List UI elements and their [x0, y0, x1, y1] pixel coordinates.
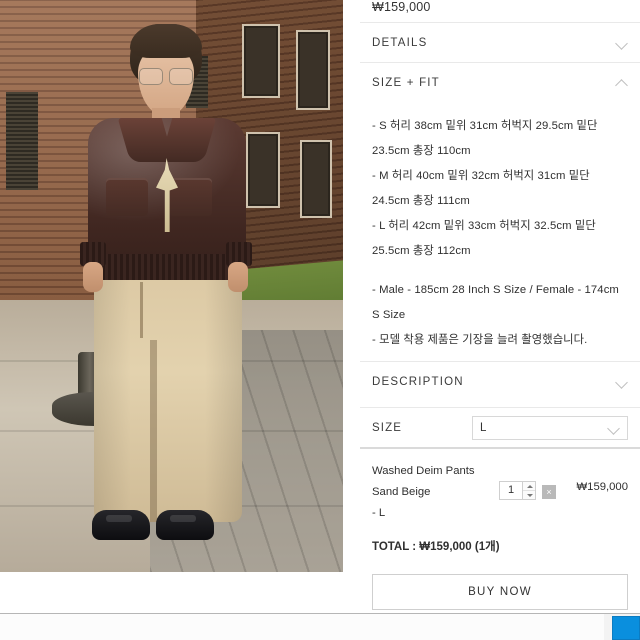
- jacket-pocket-right: [170, 178, 212, 216]
- cart-item-name: Washed Deim Pants Sand Beige: [372, 465, 475, 498]
- pants-fly: [140, 282, 143, 338]
- quantity-input-box[interactable]: 1: [499, 481, 536, 500]
- cart-line-item: Washed Deim Pants Sand Beige - L 1 × ₩15…: [360, 449, 640, 524]
- building-window-2: [296, 30, 330, 110]
- product-detail-panel: ₩159,000 DETAILS SIZE + FIT - S 허리 38cm …: [360, 0, 640, 640]
- size-select[interactable]: L: [472, 415, 628, 440]
- chevron-down-icon[interactable]: [615, 36, 628, 49]
- close-icon[interactable]: ×: [542, 484, 556, 499]
- accordion-header-details[interactable]: DETAILS: [360, 22, 640, 62]
- model-hand-left: [83, 262, 103, 292]
- quantity-value[interactable]: 1: [500, 482, 522, 499]
- eyeglasses-icon: [138, 68, 194, 85]
- buy-now-button[interactable]: BUY NOW: [372, 574, 628, 610]
- caret-down-icon[interactable]: [523, 490, 535, 499]
- size-spec-medium: - M 허리 40cm 밑위 32cm 허벅지 31cm 밑단 24.5cm 총…: [372, 170, 590, 207]
- bottom-chrome-bar: [0, 613, 640, 640]
- size-selector-row: SIZE L: [360, 407, 640, 449]
- size-spec-small: - S 허리 38cm 밑위 31cm 허벅지 29.5cm 밑단 23.5cm…: [372, 120, 598, 157]
- chevron-down-icon[interactable]: [607, 421, 620, 434]
- model-size-info: - Male - 185cm 28 Inch S Size / Female -…: [372, 284, 619, 321]
- product-photo[interactable]: [0, 0, 343, 572]
- caret-up-icon[interactable]: [523, 482, 535, 490]
- jacket-ribbed-hem: [96, 254, 238, 280]
- cart-item-name-block: Washed Deim Pants Sand Beige - L: [372, 461, 499, 524]
- loafer-left: [92, 510, 150, 540]
- accordion-label-details: DETAILS: [372, 36, 428, 49]
- model-hair-fringe: [130, 24, 202, 58]
- quantity-spinner: [522, 482, 535, 499]
- model-hand-right: [228, 262, 248, 292]
- sand-beige-pants: [94, 272, 242, 522]
- cart-total: TOTAL : ₩159,000 (1개): [372, 541, 500, 553]
- bottom-chrome-inner: [0, 614, 604, 640]
- size-spec-large: - L 허리 42cm 밑위 33cm 허벅지 32.5cm 밑단 25.5cm…: [372, 220, 596, 257]
- accordion-header-size-fit[interactable]: SIZE + FIT: [360, 62, 640, 102]
- accordion-header-description[interactable]: DESCRIPTION: [360, 361, 640, 401]
- bottom-accent-button[interactable]: [612, 616, 640, 640]
- spec-divider-space: [372, 264, 628, 278]
- accordion-body-size-fit: - S 허리 38cm 밑위 31cm 허벅지 29.5cm 밑단 23.5cm…: [360, 102, 640, 361]
- product-price: ₩159,000: [372, 0, 431, 14]
- jacket-pocket-left: [106, 178, 148, 216]
- cart-item-price: ₩159,000: [576, 481, 629, 493]
- accordion-label-size-fit: SIZE + FIT: [372, 76, 440, 89]
- pants-inseam: [150, 340, 157, 522]
- quantity-stepper: 1 ×: [499, 481, 556, 500]
- chevron-down-icon[interactable]: [615, 375, 628, 388]
- model-styling-note: - 모델 착용 제품은 기장을 늘려 촬영했습니다.: [372, 334, 588, 346]
- loafer-right: [156, 510, 214, 540]
- product-photo-canvas: [0, 0, 343, 572]
- size-select-value: L: [480, 421, 487, 434]
- cart-item-option: - L: [372, 507, 386, 519]
- window-shutter-left: [6, 92, 38, 190]
- chevron-up-icon[interactable]: [615, 76, 628, 89]
- accordion-label-description: DESCRIPTION: [372, 375, 464, 388]
- model-figure: [78, 10, 253, 572]
- building-window-4: [300, 140, 332, 218]
- size-selector-label: SIZE: [372, 421, 402, 434]
- product-detail-page: ₩159,000 DETAILS SIZE + FIT - S 허리 38cm …: [0, 0, 640, 640]
